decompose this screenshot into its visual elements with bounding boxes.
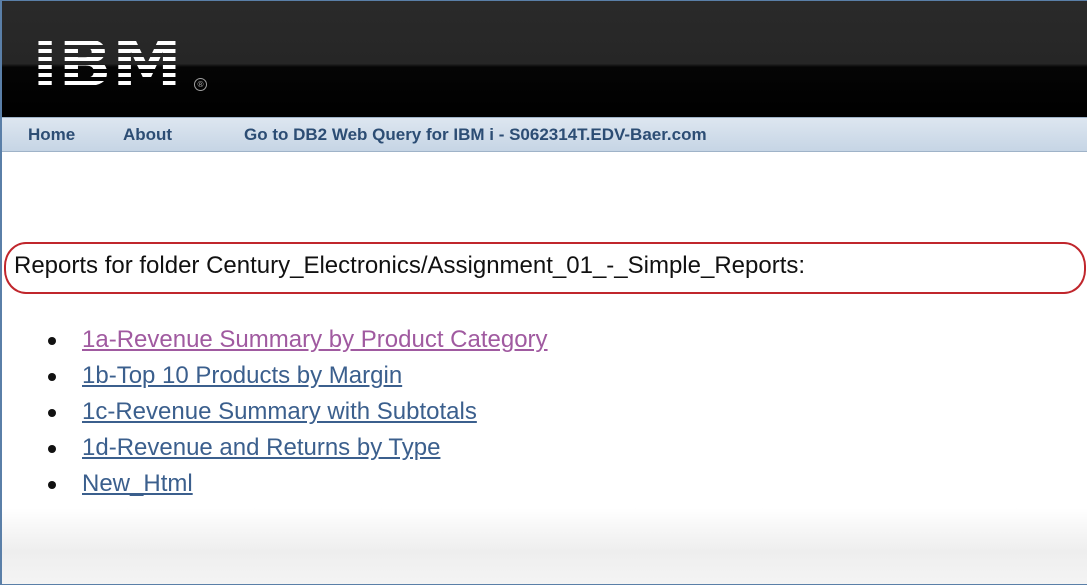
report-item-1a: 1a-Revenue Summary by Product Category xyxy=(2,322,548,358)
report-link-1d[interactable]: 1d-Revenue and Returns by Type xyxy=(82,434,440,461)
report-item-new-html: New_Html xyxy=(2,466,548,502)
report-link-1c[interactable]: 1c-Revenue Summary with Subtotals xyxy=(82,398,477,425)
report-list: 1a-Revenue Summary by Product Category 1… xyxy=(2,322,548,502)
bullet-icon xyxy=(48,373,56,381)
registered-mark: ® xyxy=(194,78,207,91)
nav-home-link[interactable]: Home xyxy=(28,125,75,145)
page-header: IBM ® xyxy=(2,1,1087,117)
report-item-1b: 1b-Top 10 Products by Margin xyxy=(2,358,548,394)
main-content: Reports for folder Century_Electronics/A… xyxy=(2,152,1087,584)
bullet-icon xyxy=(48,409,56,417)
report-item-1c: 1c-Revenue Summary with Subtotals xyxy=(2,394,548,430)
folder-heading: Reports for folder Century_Electronics/A… xyxy=(14,252,806,279)
report-link-1a[interactable]: 1a-Revenue Summary by Product Category xyxy=(82,326,548,353)
top-nav-bar: Home About Go to DB2 Web Query for IBM i… xyxy=(2,117,1087,152)
browser-frame: IBM ® Home About Go to DB2 Web Query for… xyxy=(0,0,1087,585)
nav-web-query-link[interactable]: Go to DB2 Web Query for IBM i - S062314T… xyxy=(244,125,707,145)
ibm-logo: IBM xyxy=(32,31,182,91)
bullet-icon xyxy=(48,337,56,345)
bullet-icon xyxy=(48,481,56,489)
report-link-1b[interactable]: 1b-Top 10 Products by Margin xyxy=(82,362,402,389)
report-link-new-html[interactable]: New_Html xyxy=(82,470,193,497)
bullet-icon xyxy=(48,445,56,453)
report-item-1d: 1d-Revenue and Returns by Type xyxy=(2,430,548,466)
ibm-logo-text: IBM xyxy=(32,31,182,91)
nav-about-link[interactable]: About xyxy=(123,125,172,145)
